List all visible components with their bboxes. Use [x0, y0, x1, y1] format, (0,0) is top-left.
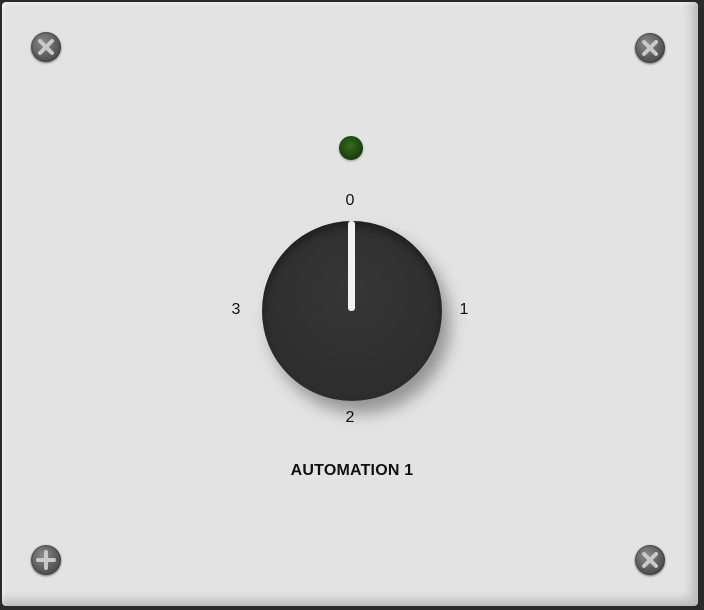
rotary-selector-knob[interactable] — [262, 221, 442, 401]
knob-position-label-2: 2 — [345, 409, 355, 426]
screw-bottom-left-icon — [31, 545, 61, 575]
screw-top-left-icon — [31, 32, 61, 62]
knob-position-label-1: 1 — [459, 301, 469, 318]
screw-top-right-icon — [635, 33, 665, 63]
knob-position-label-0: 0 — [345, 192, 355, 209]
control-panel: 0 1 2 3 AUTOMATION 1 — [2, 2, 698, 606]
panel-title: AUTOMATION 1 — [290, 462, 414, 479]
status-led-indicator — [339, 136, 363, 160]
screw-bottom-right-icon — [635, 545, 665, 575]
knob-position-label-3: 3 — [231, 301, 241, 318]
knob-pointer-indicator — [348, 221, 355, 311]
